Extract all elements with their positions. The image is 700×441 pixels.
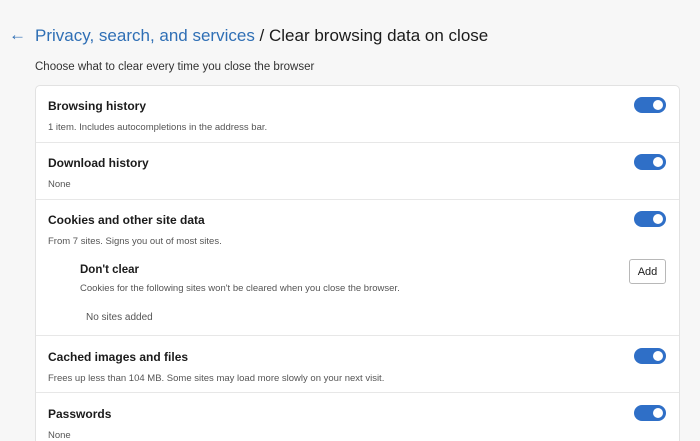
no-sites-text: No sites added: [86, 312, 153, 323]
toggle-knob: [653, 100, 663, 110]
passwords-toggle[interactable]: [634, 405, 666, 421]
setting-row-cookies: Cookies and other site data From 7 sites…: [36, 200, 679, 336]
setting-row-cached-images: Cached images and files Frees up less th…: [36, 336, 679, 393]
add-site-button[interactable]: Add: [629, 259, 666, 284]
page-header: ← Privacy, search, and services / Clear …: [0, 22, 700, 52]
setting-row-passwords: Passwords None: [36, 393, 679, 441]
dont-clear-description: Cookies for the following sites won't be…: [80, 283, 400, 294]
setting-title: Browsing history: [48, 99, 147, 113]
setting-row-download-history: Download history None: [36, 143, 679, 200]
setting-title: Passwords: [48, 407, 112, 421]
dont-clear-title: Don't clear: [80, 264, 139, 276]
setting-description: From 7 sites. Signs you out of most site…: [48, 236, 222, 247]
breadcrumb-parent-link[interactable]: Privacy, search, and services: [35, 26, 255, 45]
toggle-knob: [653, 408, 663, 418]
setting-row-browsing-history: Browsing history 1 item. Includes autoco…: [36, 86, 679, 143]
toggle-knob: [653, 351, 663, 361]
breadcrumb: Privacy, search, and services / Clear br…: [35, 25, 488, 47]
setting-description: 1 item. Includes autocompletions in the …: [48, 122, 268, 133]
setting-title: Cookies and other site data: [48, 213, 205, 227]
toggle-knob: [653, 157, 663, 167]
setting-title: Cached images and files: [48, 350, 189, 364]
download-history-toggle[interactable]: [634, 154, 666, 170]
settings-card: Browsing history 1 item. Includes autoco…: [35, 85, 680, 441]
setting-description: Frees up less than 104 MB. Some sites ma…: [48, 373, 385, 384]
arrow-left-icon[interactable]: ←: [9, 23, 27, 47]
page-subtitle: Choose what to clear every time you clos…: [35, 61, 315, 73]
cached-images-toggle[interactable]: [634, 348, 666, 364]
setting-title: Download history: [48, 156, 149, 170]
setting-description: None: [48, 430, 71, 441]
setting-description: None: [48, 179, 71, 190]
page-title: Clear browsing data on close: [269, 26, 489, 45]
toggle-knob: [653, 214, 663, 224]
browsing-history-toggle[interactable]: [634, 97, 666, 113]
cookies-toggle[interactable]: [634, 211, 666, 227]
breadcrumb-separator: /: [254, 26, 269, 45]
